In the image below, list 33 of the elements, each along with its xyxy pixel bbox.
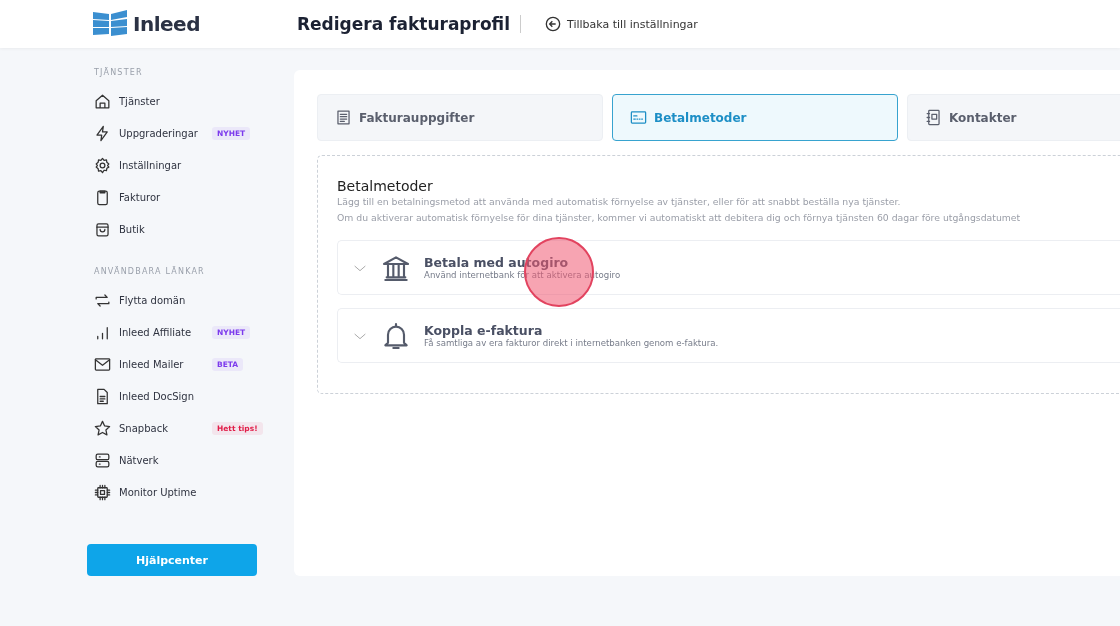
panel-title: Betalmetoder xyxy=(337,178,434,194)
sidebar-item[interactable]: Inleed DocSign xyxy=(119,390,205,402)
sidebar-item[interactable]: Fakturor xyxy=(119,191,205,203)
sidebar-item[interactable]: Uppgraderingar xyxy=(119,127,205,139)
sidebar-item[interactable]: Butik xyxy=(119,223,205,235)
payment-method-row[interactable]: Koppla e-faktura Få samtliga av era fakturor direkt i internetbanken genom e-faktura. xyxy=(337,308,1120,363)
home-icon xyxy=(93,91,112,111)
sidebar-item[interactable]: Snapback xyxy=(119,422,205,434)
page-title: Redigera fakturaprofil xyxy=(297,15,521,33)
section-heading: ANVÄNDBARA LÄNKAR xyxy=(94,267,206,276)
receipt-icon xyxy=(334,108,353,127)
section-heading: TJÄNSTER xyxy=(94,68,144,77)
tab[interactable]: Fakturauppgifter xyxy=(317,94,603,141)
panel-description: Lägg till en betalningsmetod att använda med automatisk förnyelse av tjänster, eller för att snabbt beställa nya tjänster. xyxy=(337,195,902,209)
sidebar-item[interactable]: Inställningar xyxy=(119,159,205,171)
star-icon xyxy=(93,418,112,438)
sidebar-item[interactable]: Inleed Mailer xyxy=(119,358,205,370)
method-subtitle: Få samtliga av era fakturor direkt i internetbanken genom e-faktura. xyxy=(424,338,719,348)
sidebar-item[interactable]: Monitor Uptime xyxy=(119,486,205,498)
back-link[interactable]: Tillbaka till inställningar xyxy=(545,16,698,32)
contacts-icon xyxy=(924,108,943,127)
tab[interactable]: Kontakter xyxy=(907,94,1120,141)
sidebar-item[interactable]: Flytta domän xyxy=(119,294,205,306)
sidebar-item[interactable]: Inleed Affiliate xyxy=(119,326,205,338)
panel-description: Om du aktiverar automatisk förnyelse för dina tjänster, kommer vi automatiskt att debitera dig och förnya tjänsten 60 dagar före utgångsdatumet xyxy=(337,211,1022,225)
settings-icon xyxy=(93,155,112,175)
method-title: Koppla e-faktura xyxy=(424,323,544,338)
chip-icon xyxy=(93,482,112,502)
logo-text: Inleed xyxy=(133,12,200,36)
sidebar-item[interactable]: Nätverk xyxy=(119,454,205,466)
card-icon xyxy=(629,108,648,127)
logo-icon xyxy=(93,10,127,38)
sidebar-item[interactable]: Tjänster xyxy=(119,95,205,107)
